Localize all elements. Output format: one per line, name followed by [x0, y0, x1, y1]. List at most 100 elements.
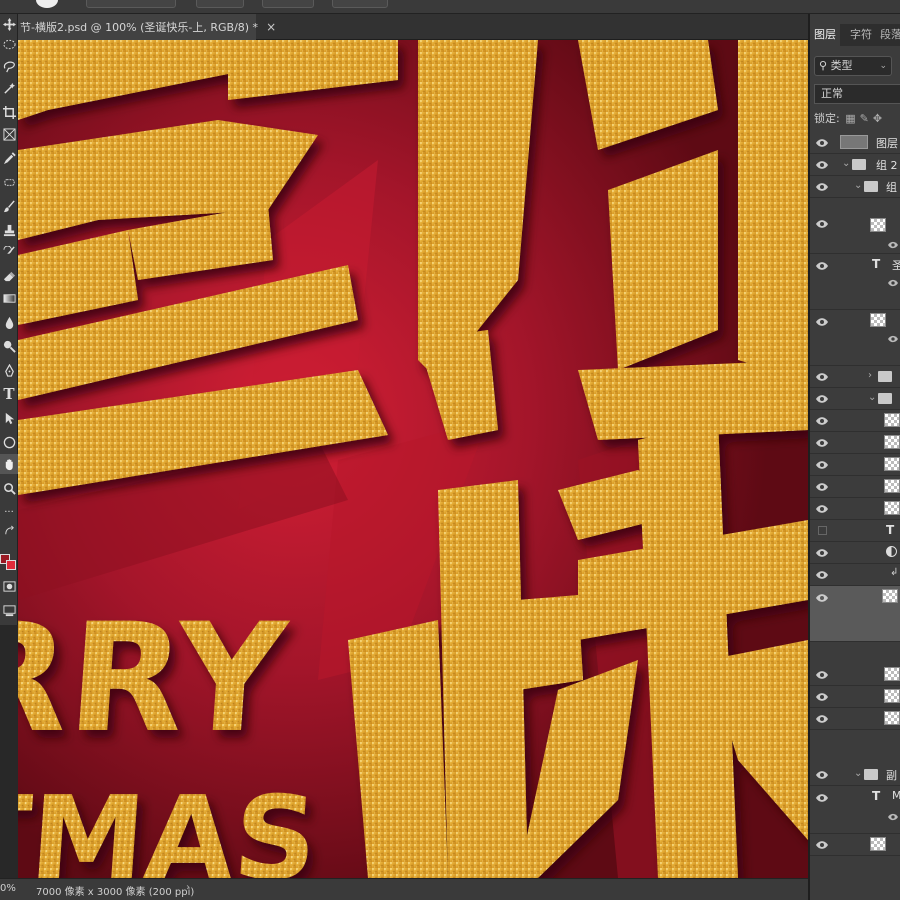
eye-icon[interactable]: [816, 792, 828, 804]
eye-icon[interactable]: [816, 393, 828, 405]
option-button[interactable]: [332, 0, 388, 8]
eraser-tool-icon[interactable]: [0, 266, 18, 286]
eye-icon[interactable]: [816, 592, 828, 604]
zoom-tool-icon[interactable]: [0, 478, 18, 498]
blend-mode-select[interactable]: 正常: [814, 84, 900, 104]
layer-row[interactable]: [810, 542, 900, 564]
hand-tool-icon[interactable]: [0, 454, 18, 474]
layer-row[interactable]: [810, 476, 900, 498]
layer-row[interactable]: [810, 664, 900, 686]
effect-eye-icon[interactable]: [888, 812, 898, 822]
layer-row[interactable]: T M: [810, 786, 900, 834]
eye-icon[interactable]: [816, 691, 828, 703]
crop-tool-icon[interactable]: [0, 102, 18, 122]
option-button[interactable]: [262, 0, 314, 8]
layer-row[interactable]: [810, 198, 900, 254]
magic-wand-tool-icon[interactable]: [0, 78, 18, 98]
panel-tab-strip: 图层 字符 段落: [810, 24, 900, 46]
visibility-off-box[interactable]: [818, 526, 827, 535]
healing-tool-icon[interactable]: [0, 172, 18, 192]
eye-icon[interactable]: [816, 316, 828, 328]
chevron-right-icon[interactable]: ›: [868, 370, 872, 381]
eye-icon[interactable]: [816, 437, 828, 449]
eyedropper-tool-icon[interactable]: [0, 148, 18, 168]
eye-icon[interactable]: [816, 137, 828, 149]
eye-icon[interactable]: [816, 713, 828, 725]
document-tab[interactable]: 节-横版2.psd @ 100% (圣诞快乐-上, RGB/8) * ×: [18, 14, 276, 40]
document-tab-bar: 节-横版2.psd @ 100% (圣诞快乐-上, RGB/8) * ×: [18, 14, 808, 40]
eye-icon[interactable]: [816, 159, 828, 171]
eye-icon[interactable]: [816, 669, 828, 681]
status-menu-arrow[interactable]: ›: [186, 882, 190, 893]
eye-icon[interactable]: [816, 547, 828, 559]
eye-icon[interactable]: [816, 371, 828, 383]
eye-icon[interactable]: [816, 181, 828, 193]
layer-row[interactable]: T: [810, 520, 900, 542]
move-tool-icon[interactable]: [0, 14, 18, 34]
layer-row[interactable]: ⌄: [810, 388, 900, 410]
more-tools-icon[interactable]: ···: [0, 502, 18, 522]
lasso-tool-icon[interactable]: [0, 56, 18, 76]
dodge-tool-icon[interactable]: [0, 336, 18, 356]
tab-character[interactable]: 字符: [846, 24, 876, 46]
swap-colors-icon[interactable]: [0, 524, 18, 538]
eye-icon[interactable]: [816, 503, 828, 515]
eye-icon[interactable]: [816, 839, 828, 851]
quick-mask-icon[interactable]: [0, 576, 18, 596]
eye-icon[interactable]: [816, 481, 828, 493]
layer-row[interactable]: T 圣: [810, 254, 900, 310]
pen-tool-icon[interactable]: [0, 360, 18, 380]
eye-icon[interactable]: [816, 769, 828, 781]
eye-icon[interactable]: [816, 569, 828, 581]
layer-row[interactable]: 图层: [810, 132, 900, 154]
layer-row[interactable]: [810, 454, 900, 476]
stamp-tool-icon[interactable]: [0, 220, 18, 240]
layer-row[interactable]: ⌄ 组 2: [810, 154, 900, 176]
layer-row[interactable]: ›: [810, 366, 900, 388]
folder-icon: [864, 181, 878, 192]
tab-paragraph[interactable]: 段落: [876, 24, 900, 46]
type-tool-icon[interactable]: T: [0, 384, 18, 404]
eye-icon[interactable]: [816, 415, 828, 427]
screen-mode-icon[interactable]: [0, 600, 18, 620]
option-button[interactable]: [86, 0, 176, 8]
layer-row[interactable]: [810, 686, 900, 708]
effect-eye-icon[interactable]: [888, 278, 898, 288]
expand-chevron-icon[interactable]: ⌄: [842, 158, 850, 169]
layer-row[interactable]: [810, 498, 900, 520]
history-brush-tool-icon[interactable]: [0, 242, 18, 262]
layer-row[interactable]: [810, 410, 900, 432]
marquee-tool-icon[interactable]: [0, 34, 18, 54]
brush-preset-button[interactable]: [36, 0, 58, 8]
brush-tool-icon[interactable]: [0, 196, 18, 216]
layer-row[interactable]: [810, 708, 900, 730]
frame-tool-icon[interactable]: [0, 124, 18, 144]
background-color-swatch[interactable]: [6, 560, 16, 570]
expand-chevron-icon[interactable]: ⌄: [854, 180, 862, 191]
expand-chevron-icon[interactable]: ⌄: [854, 768, 862, 779]
eye-icon[interactable]: [816, 260, 828, 272]
tab-layers[interactable]: 图层: [810, 24, 840, 46]
layer-filter-select[interactable]: ⚲ 类型 ⌄: [814, 56, 892, 76]
option-button[interactable]: [196, 0, 244, 8]
gradient-tool-icon[interactable]: [0, 288, 18, 308]
effect-eye-icon[interactable]: [888, 334, 898, 344]
expand-chevron-icon[interactable]: ⌄: [868, 392, 876, 403]
lock-options-icon[interactable]: ▦✎✥: [845, 112, 886, 125]
zoom-level[interactable]: 0%: [0, 883, 16, 894]
eye-icon[interactable]: [816, 218, 828, 230]
path-select-tool-icon[interactable]: [0, 408, 18, 428]
effect-eye-icon[interactable]: [888, 240, 898, 250]
layer-row[interactable]: ↲: [810, 564, 900, 586]
layer-row[interactable]: [810, 310, 900, 366]
layer-row[interactable]: [810, 432, 900, 454]
eye-icon[interactable]: [816, 459, 828, 471]
blur-tool-icon[interactable]: [0, 312, 18, 332]
layer-row[interactable]: ⌄ 副: [810, 764, 900, 786]
layer-row[interactable]: ⌄ 组: [810, 176, 900, 198]
layer-row-selected[interactable]: [810, 586, 900, 642]
document-canvas[interactable]: RRY TMAS: [18, 40, 808, 878]
layer-row[interactable]: [810, 834, 900, 856]
shape-tool-icon[interactable]: [0, 432, 18, 452]
close-tab-icon[interactable]: ×: [266, 20, 276, 34]
